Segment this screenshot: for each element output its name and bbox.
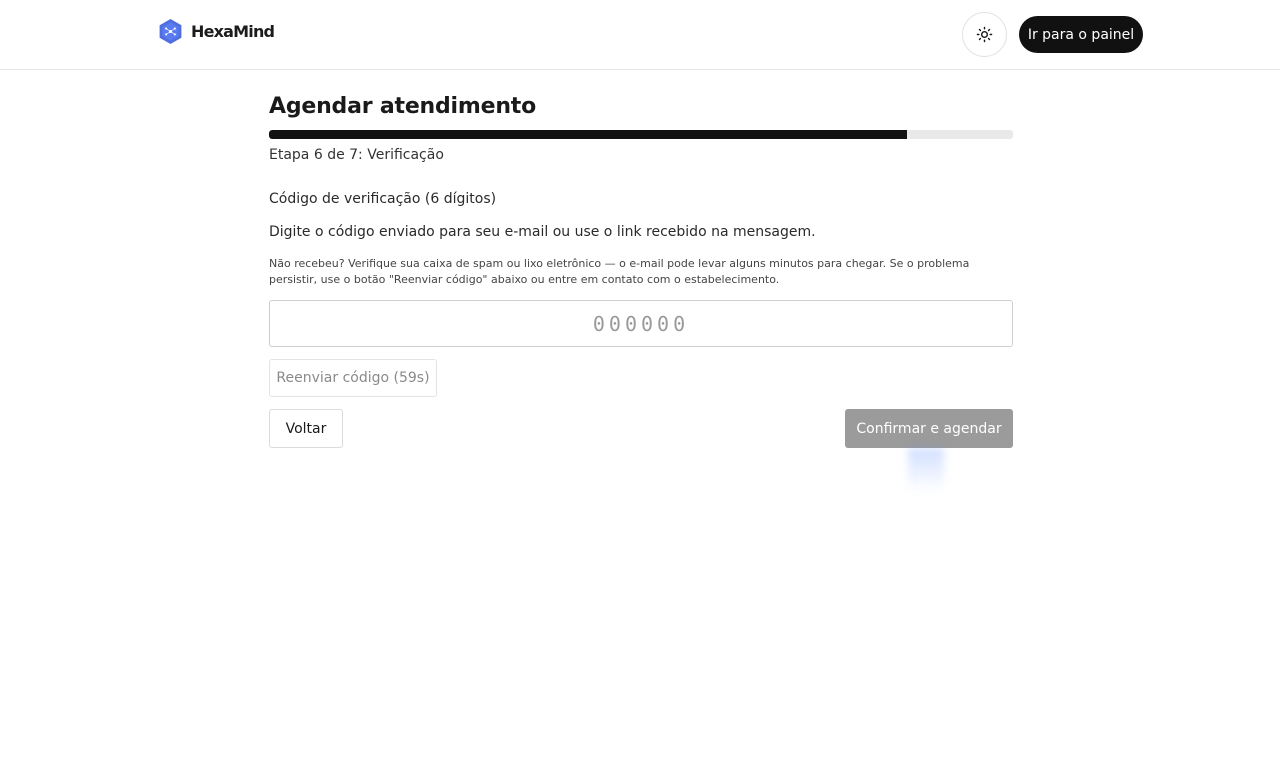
back-button[interactable]: Voltar [269, 409, 343, 448]
go-to-dashboard-button[interactable]: Ir para o painel [1019, 16, 1143, 53]
button-focus-glow [908, 448, 944, 492]
sun-icon [976, 26, 993, 43]
code-label: Código de verificação (6 dígitos) [269, 191, 497, 207]
verification-code-input[interactable] [269, 300, 1013, 347]
theme-toggle-button[interactable] [962, 12, 1007, 57]
brand-logo-link[interactable]: HexaMind [157, 17, 275, 45]
brand-name: HexaMind [191, 21, 275, 41]
confirm-booking-button[interactable]: Confirmar e agendar [845, 409, 1013, 448]
page-title: Agendar atendimento [269, 94, 537, 119]
top-header: HexaMind Ir para o painel [0, 0, 1280, 70]
help-text: Não recebeu? Verifique sua caixa de spam… [269, 257, 970, 286]
code-instruction: Digite o código enviado para seu e-mail … [269, 224, 816, 240]
hexagon-logo-icon [159, 18, 182, 44]
progress-bar [269, 130, 1013, 139]
progress-fill [269, 130, 907, 139]
step-indicator: Etapa 6 de 7: Verificação [269, 147, 444, 163]
resend-code-button[interactable]: Reenviar código (59s) [269, 359, 437, 397]
